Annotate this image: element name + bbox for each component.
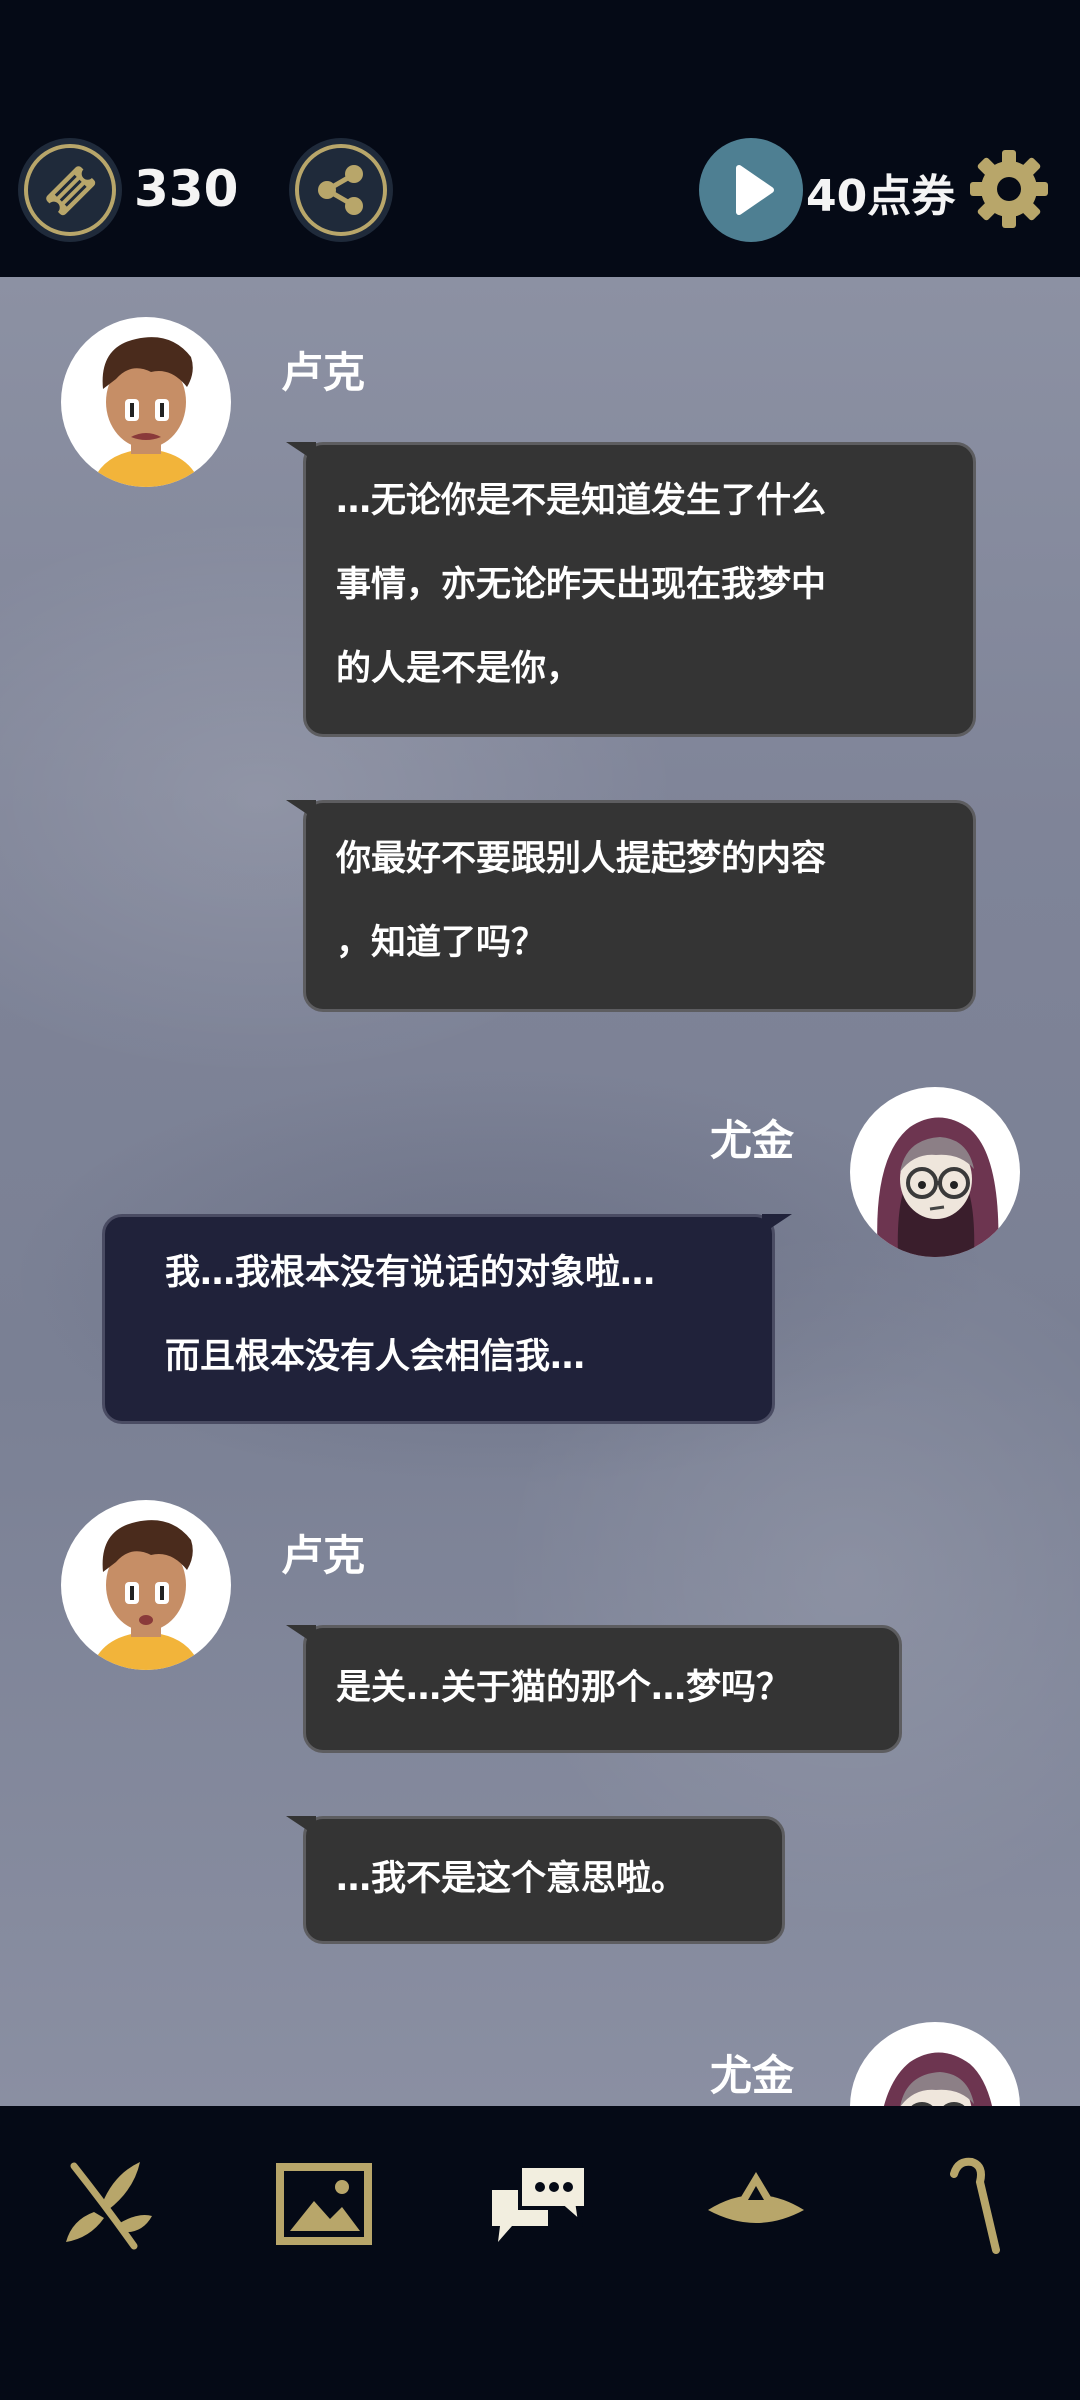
bottom-nav: [0, 2106, 1080, 2400]
luke-portrait: [91, 1520, 201, 1670]
avatar-luke[interactable]: [61, 317, 231, 487]
message-line: 是关…关于猫的那个…梦吗？: [336, 1668, 792, 1708]
bubble-tail: [286, 1816, 316, 1836]
nav-cane[interactable]: [946, 2156, 1006, 2260]
luke-portrait: [91, 337, 201, 487]
branch-icon: [66, 2162, 152, 2250]
nav-gallery[interactable]: [276, 2163, 372, 2249]
gallery-icon: [276, 2163, 372, 2245]
message-line: …我不是这个意思啦。: [336, 1859, 687, 1899]
cane-icon: [950, 2157, 1000, 2254]
message-line: 的人是不是你，: [336, 649, 582, 689]
avatar-eugene[interactable]: [850, 1087, 1020, 1257]
message-line: 我…我根本没有说话的对象啦…: [165, 1253, 656, 1293]
top-bar: 330 40点券: [0, 0, 1080, 277]
message-line: …无论你是不是知道发生了什么: [336, 481, 827, 521]
speaker-name: 卢克: [281, 1531, 366, 1580]
avatar-eugene[interactable]: [850, 2022, 1020, 2106]
hat-icon: [708, 2172, 804, 2223]
message-bubble[interactable]: 你最好不要跟别人提起梦的内容 ，知道了吗？: [286, 800, 976, 1012]
speaker-name: 卢克: [281, 348, 366, 397]
message-bubble[interactable]: …我不是这个意思啦。: [286, 1816, 785, 1944]
nav-branch[interactable]: [64, 2154, 154, 2258]
gear-icon: [970, 150, 1048, 228]
chat-icon: [492, 2164, 588, 2242]
bubble-tail: [762, 1214, 792, 1234]
share-icon: [295, 144, 387, 236]
speaker-name: 尤金: [710, 2051, 795, 2100]
play-icon: [736, 165, 774, 215]
settings-button[interactable]: [968, 148, 1050, 230]
nav-hat[interactable]: [708, 2166, 804, 2240]
watch-ad-button[interactable]: [699, 138, 803, 242]
message-line: ，知道了吗？: [336, 923, 547, 963]
ticket-icon: [24, 144, 116, 236]
ticket-button[interactable]: [18, 138, 122, 242]
ticket-count: 330: [134, 160, 239, 218]
message-line: 你最好不要跟别人提起梦的内容: [336, 839, 827, 879]
chat-area[interactable]: 卢克 …无论你是不是知道发生了什么 事情，亦无论昨天出现在我梦中 的人是不是你，…: [0, 277, 1080, 2106]
speaker-name: 尤金: [710, 1116, 795, 1165]
bubble-tail: [286, 800, 316, 820]
eugene-portrait: [884, 2052, 992, 2106]
eugene-portrait: [877, 1117, 999, 1257]
share-button[interactable]: [289, 138, 393, 242]
message-line: 而且根本没有人会相信我…: [165, 1337, 586, 1377]
bubble-tail: [286, 1625, 316, 1645]
avatar-luke[interactable]: [61, 1500, 231, 1670]
bubble-tail: [286, 442, 316, 462]
message-bubble[interactable]: 我…我根本没有说话的对象啦… 而且根本没有人会相信我…: [102, 1214, 792, 1424]
message-line: 事情，亦无论昨天出现在我梦中: [336, 565, 827, 605]
nav-chat[interactable]: [490, 2164, 588, 2248]
message-bubble[interactable]: …无论你是不是知道发生了什么 事情，亦无论昨天出现在我梦中 的人是不是你，: [286, 442, 976, 737]
message-bubble[interactable]: 是关…关于猫的那个…梦吗？: [286, 1625, 902, 1753]
points-label: 40点券: [806, 171, 956, 222]
